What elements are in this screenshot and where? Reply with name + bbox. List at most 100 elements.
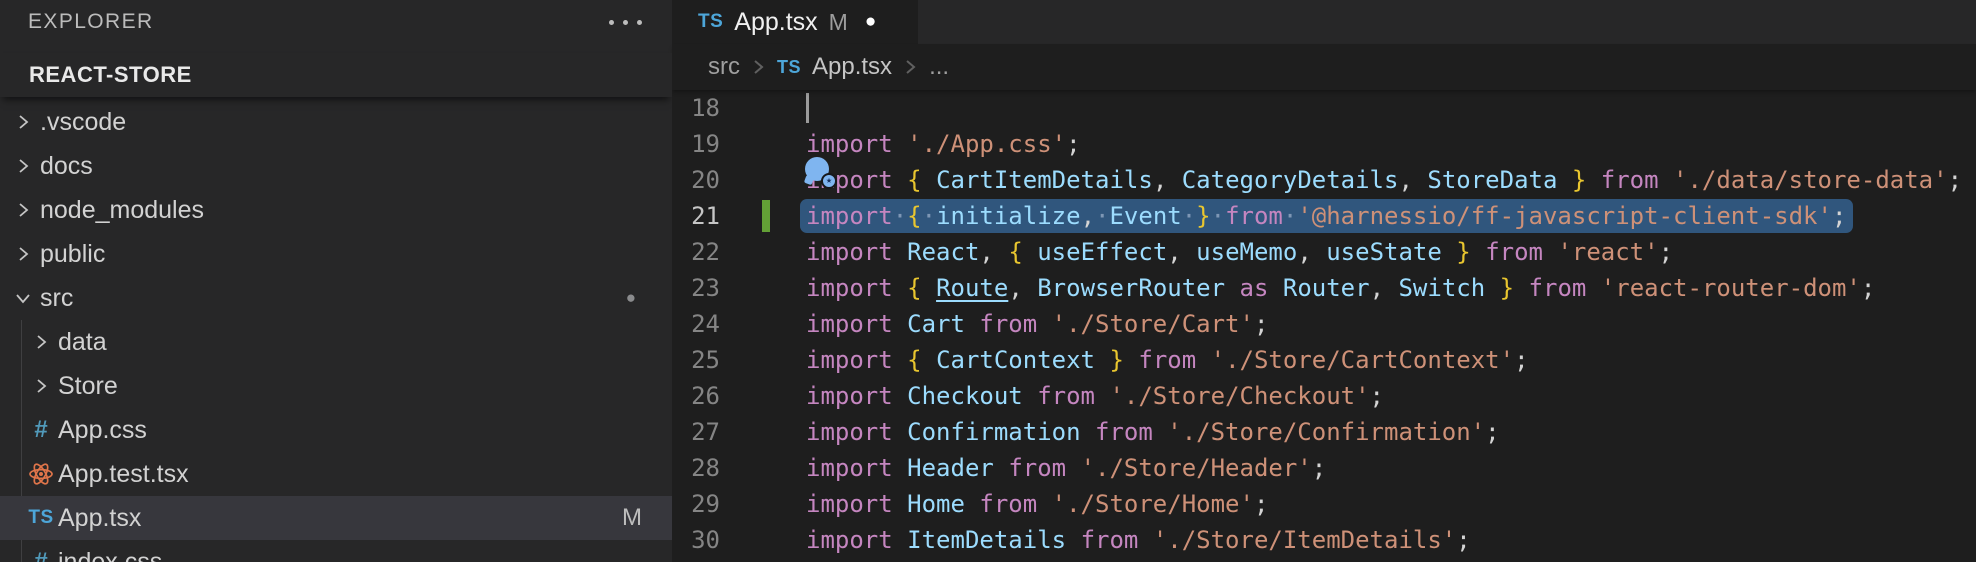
tree-item-label: src: [40, 284, 73, 313]
tree-item-index-css[interactable]: #index.css: [0, 540, 672, 562]
tree-item-label: docs: [40, 152, 93, 181]
code-line-22[interactable]: 22 import React, { useEffect, useMemo, us…: [672, 234, 1976, 270]
code-text: import Checkout from './Store/Checkout';: [806, 378, 1384, 414]
tree-item-label: App.tsx: [58, 504, 141, 533]
collaborator-cursor-icon: ★: [805, 157, 829, 181]
tree-item-docs[interactable]: docs: [0, 144, 672, 188]
line-number[interactable]: 18: [672, 90, 720, 126]
code-text: import Cart from './Store/Cart';: [806, 306, 1268, 342]
line-number[interactable]: 19: [672, 126, 720, 162]
chevron-right-icon: [903, 56, 918, 78]
line-number[interactable]: 21: [672, 198, 720, 234]
typescript-file-icon: TS: [26, 507, 56, 529]
collaborator-badge-icon: ★: [821, 173, 837, 189]
tree-item-label: node_modules: [40, 196, 204, 225]
tree-item-store[interactable]: Store: [0, 364, 672, 408]
code-text: import './App.css';: [806, 126, 1081, 162]
breadcrumb: src TS App.tsx ...: [672, 44, 1976, 90]
chevron-down-icon: [8, 287, 38, 309]
code-line-19[interactable]: 19 import './App.css';: [672, 126, 1976, 162]
line-number[interactable]: 24: [672, 306, 720, 342]
tree-item-label: index.css: [58, 548, 162, 562]
git-modified-badge: M: [622, 504, 642, 532]
line-number[interactable]: 28: [672, 450, 720, 486]
explorer-title: EXPLORER: [28, 10, 154, 34]
code-text: import { CartItemDetails, CategoryDetail…: [806, 162, 1962, 198]
line-number[interactable]: 23: [672, 270, 720, 306]
tree-item-app-css[interactable]: #App.css: [0, 408, 672, 452]
line-number[interactable]: 26: [672, 378, 720, 414]
gutter-added-indicator: [762, 200, 770, 232]
code-text: import Confirmation from './Store/Confir…: [806, 414, 1500, 450]
code-text: import ItemDetails from './Store/ItemDet…: [806, 522, 1471, 558]
code-text: import { CartContext } from './Store/Car…: [806, 342, 1529, 378]
editor-group: TS App.tsx M ● src TS App.tsx ... 1819 im…: [672, 0, 1976, 562]
chevron-right-icon: [8, 243, 38, 265]
explorer-header: EXPLORER: [0, 0, 672, 44]
unsaved-dot-icon[interactable]: ●: [865, 11, 876, 33]
chevron-right-icon: [8, 155, 38, 177]
tab-git-modified-badge: M: [829, 9, 848, 36]
tree-item-label: public: [40, 240, 105, 269]
code-line-25[interactable]: 25 import { CartContext } from './Store/C…: [672, 342, 1976, 378]
breadcrumb-src[interactable]: src: [708, 53, 740, 81]
tab-app-tsx[interactable]: TS App.tsx M ●: [672, 0, 918, 44]
chevron-right-icon: [8, 111, 38, 133]
tree-item-label: data: [58, 328, 107, 357]
tree-item-label: App.css: [58, 416, 147, 445]
code-line-21[interactable]: 21 import·{·initialize,·Event·}·from·'@ha…: [672, 198, 1976, 234]
css-file-icon: #: [26, 416, 56, 444]
chevron-right-icon: [26, 375, 56, 397]
tree-item-app-tsx[interactable]: TSApp.tsx M: [0, 496, 672, 540]
tree-item-node-modules[interactable]: node_modules: [0, 188, 672, 232]
more-actions-icon[interactable]: [607, 14, 644, 31]
tab-label: App.tsx: [734, 8, 817, 37]
line-number[interactable]: 25: [672, 342, 720, 378]
react-file-icon: [26, 461, 56, 487]
file-tree: .vscode docs node_modulespublic src ● data Sto…: [0, 100, 672, 562]
tree-item-label: App.test.tsx: [58, 460, 189, 489]
code-line-23[interactable]: 23 import { Route, BrowserRouter as Route…: [672, 270, 1976, 306]
code-text: import Home from './Store/Home';: [806, 486, 1268, 522]
code-text: import·{·initialize,·Event·}·from·'@harn…: [806, 198, 1846, 234]
tree-item-public[interactable]: public: [0, 232, 672, 276]
tree-item-data[interactable]: data: [0, 320, 672, 364]
line-number[interactable]: 20: [672, 162, 720, 198]
folder-modified-dot-icon: ●: [626, 288, 636, 308]
vscode-window: EXPLORER REACT-STORE .vscode docs node_mod…: [0, 0, 1976, 562]
code-text: import { Route, BrowserRouter as Router,…: [806, 270, 1875, 306]
tree-item-label: .vscode: [40, 108, 126, 137]
code-line-27[interactable]: 27 import Confirmation from './Store/Conf…: [672, 414, 1976, 450]
text-caret: [806, 93, 809, 123]
line-number[interactable]: 27: [672, 414, 720, 450]
chevron-right-icon: [751, 56, 766, 78]
css-file-icon: #: [26, 548, 56, 562]
line-number[interactable]: 30: [672, 522, 720, 558]
line-number[interactable]: 29: [672, 486, 720, 522]
explorer-sidebar: EXPLORER REACT-STORE .vscode docs node_mod…: [0, 0, 672, 562]
code-line-18[interactable]: 18: [672, 90, 1976, 126]
tree-item-app-test-tsx[interactable]: App.test.tsx: [0, 452, 672, 496]
code-line-26[interactable]: 26 import Checkout from './Store/Checkout…: [672, 378, 1976, 414]
breadcrumb-file[interactable]: App.tsx: [812, 53, 892, 81]
chevron-right-icon: [26, 331, 56, 353]
code-area[interactable]: 1819 import './App.css'; 20 import { CartIt…: [672, 90, 1976, 562]
project-title: REACT-STORE: [29, 62, 192, 88]
breadcrumb-more[interactable]: ...: [929, 53, 949, 81]
tab-bar: TS App.tsx M ●: [672, 0, 1976, 44]
tree-item-src[interactable]: src ●: [0, 276, 672, 320]
code-line-20[interactable]: 20 import { CartItemDetails, CategoryDeta…: [672, 162, 1976, 198]
code-text: import React, { useEffect, useMemo, useS…: [806, 234, 1673, 270]
code-text: import Header from './Store/Header';: [806, 450, 1326, 486]
code-line-29[interactable]: 29 import Home from './Store/Home';: [672, 486, 1976, 522]
code-line-28[interactable]: 28 import Header from './Store/Header';: [672, 450, 1976, 486]
code-line-30[interactable]: 30 import ItemDetails from './Store/ItemD…: [672, 522, 1976, 558]
ts-icon: TS: [777, 57, 801, 78]
chevron-right-icon: [8, 199, 38, 221]
ts-icon: TS: [698, 11, 723, 33]
code-line-24[interactable]: 24 import Cart from './Store/Cart';: [672, 306, 1976, 342]
tree-item-label: Store: [58, 372, 118, 401]
project-section-header[interactable]: REACT-STORE: [0, 53, 672, 97]
tree-item--vscode[interactable]: .vscode: [0, 100, 672, 144]
line-number[interactable]: 22: [672, 234, 720, 270]
